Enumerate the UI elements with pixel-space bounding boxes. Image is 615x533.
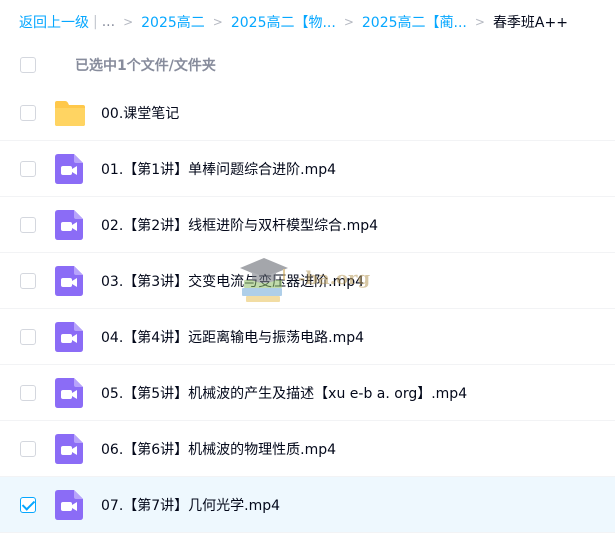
file-name[interactable]: 03.【第3讲】交变电流与变压器进阶.mp4 bbox=[101, 271, 364, 291]
chevron-right-icon: > bbox=[474, 15, 485, 29]
list-item[interactable]: 04.【第4讲】远距离输电与振荡电路.mp4 bbox=[0, 309, 615, 365]
chevron-right-icon: > bbox=[212, 15, 223, 29]
breadcrumb-current: 春季班A++ bbox=[492, 15, 568, 31]
file-list: 00.课堂笔记 01.【第1讲】单棒问题综合进阶.mp4 02.【第2讲】线框进… bbox=[0, 85, 615, 533]
file-name[interactable]: 06.【第6讲】机械波的物理性质.mp4 bbox=[101, 439, 336, 459]
breadcrumb: 返回上一级 | ... > 2025高二 > 2025高二【物... > 202… bbox=[19, 0, 615, 44]
video-file-icon bbox=[55, 434, 83, 464]
breadcrumb-item[interactable]: 2025高二【蔺... bbox=[362, 12, 467, 32]
row-checkbox[interactable] bbox=[20, 329, 36, 345]
list-item[interactable]: 06.【第6讲】机械波的物理性质.mp4 bbox=[0, 421, 615, 477]
row-checkbox[interactable] bbox=[20, 441, 36, 457]
file-name[interactable]: 07.【第7讲】几何光学.mp4 bbox=[101, 495, 280, 515]
breadcrumb-item[interactable]: 2025高二 bbox=[141, 12, 205, 32]
file-name[interactable]: 00.课堂笔记 bbox=[101, 103, 179, 123]
video-file-icon bbox=[55, 266, 83, 296]
chevron-right-icon: > bbox=[343, 15, 354, 29]
row-checkbox[interactable] bbox=[20, 105, 36, 121]
list-item[interactable]: 03.【第3讲】交变电流与变压器进阶.mp4 bbox=[0, 253, 615, 309]
list-header: 已选中1个文件/文件夹 bbox=[0, 44, 615, 85]
video-file-icon bbox=[55, 378, 83, 408]
video-file-icon bbox=[55, 154, 83, 184]
breadcrumb-ellipsis[interactable]: ... bbox=[102, 14, 115, 30]
row-checkbox[interactable] bbox=[20, 161, 36, 177]
row-checkbox[interactable] bbox=[20, 497, 36, 513]
row-checkbox[interactable] bbox=[20, 385, 36, 401]
file-name[interactable]: 05.【第5讲】机械波的产生及描述【xu e-b a. org】.mp4 bbox=[101, 383, 467, 403]
breadcrumb-divider: | bbox=[93, 14, 98, 30]
file-name[interactable]: 01.【第1讲】单棒问题综合进阶.mp4 bbox=[101, 159, 336, 179]
folder-icon bbox=[55, 101, 85, 126]
row-checkbox[interactable] bbox=[20, 273, 36, 289]
row-checkbox[interactable] bbox=[20, 217, 36, 233]
list-item[interactable]: 02.【第2讲】线框进阶与双杆模型综合.mp4 bbox=[0, 197, 615, 253]
breadcrumb-item[interactable]: 2025高二【物... bbox=[231, 12, 336, 32]
video-file-icon bbox=[55, 210, 83, 240]
back-link[interactable]: 返回上一级 bbox=[19, 12, 89, 32]
file-browser: 返回上一级 | ... > 2025高二 > 2025高二【物... > 202… bbox=[0, 0, 615, 533]
select-all-checkbox[interactable] bbox=[20, 56, 36, 73]
list-item[interactable]: 07.【第7讲】几何光学.mp4 bbox=[0, 477, 615, 533]
list-item[interactable]: 05.【第5讲】机械波的产生及描述【xu e-b a. org】.mp4 bbox=[0, 365, 615, 421]
list-item[interactable]: 01.【第1讲】单棒问题综合进阶.mp4 bbox=[0, 141, 615, 197]
chevron-right-icon: > bbox=[123, 15, 134, 29]
video-file-icon bbox=[55, 322, 83, 352]
file-name[interactable]: 02.【第2讲】线框进阶与双杆模型综合.mp4 bbox=[101, 215, 378, 235]
file-name[interactable]: 04.【第4讲】远距离输电与振荡电路.mp4 bbox=[101, 327, 364, 347]
selection-count-label: 已选中1个文件/文件夹 bbox=[75, 57, 216, 74]
video-file-icon bbox=[55, 490, 83, 520]
list-item[interactable]: 00.课堂笔记 bbox=[0, 85, 615, 141]
